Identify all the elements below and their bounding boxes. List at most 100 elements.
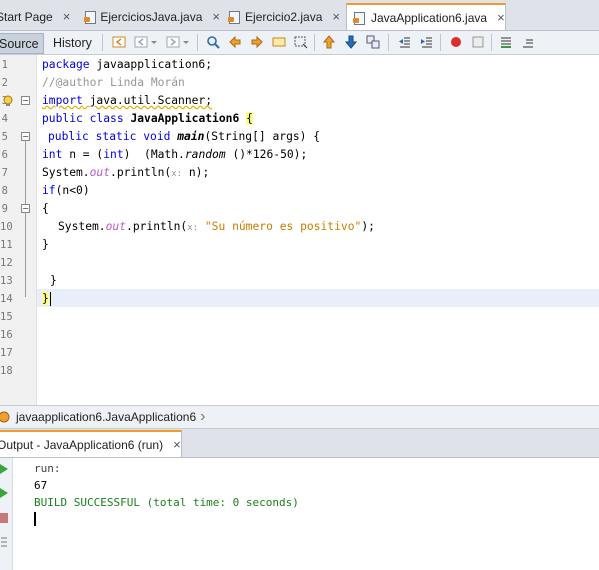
- chevron-down-icon[interactable]: [182, 35, 190, 49]
- code-editor[interactable]: 1 2 3 4 5 6 7 8 9 10 11 12 13 14 15 16 1…: [0, 55, 599, 405]
- code-token: ()*126-50);: [225, 148, 308, 161]
- code-line-9: {: [42, 202, 49, 215]
- line-number: 5: [1, 131, 8, 143]
- shift-left-icon[interactable]: [398, 35, 412, 49]
- settings-icon[interactable]: [0, 536, 9, 548]
- code-line-8: if(n<0): [42, 182, 90, 200]
- output-console[interactable]: run: 67 BUILD SUCCESSFUL (total time: 0 …: [0, 458, 599, 570]
- parameter-hint: x:: [187, 223, 199, 233]
- tab-label: EjerciciosJava.java: [100, 9, 203, 24]
- console-caret: [34, 512, 36, 526]
- back-icon[interactable]: [134, 35, 148, 49]
- next-bookmark-icon[interactable]: [344, 35, 358, 49]
- line-number: 1: [1, 59, 8, 71]
- code-token: javaapplication6;: [89, 58, 213, 71]
- current-line-highlight: [37, 289, 599, 307]
- code-token: out: [105, 220, 127, 233]
- search-icon[interactable]: [206, 35, 220, 49]
- tab-javaapplication6[interactable]: JavaApplication6.java ×: [346, 3, 506, 30]
- tab-output[interactable]: Output - JavaApplication6 (run) ×: [0, 430, 182, 457]
- history-label: History: [53, 35, 92, 50]
- warning-bulb-icon[interactable]: [2, 95, 14, 107]
- java-file-icon: [353, 11, 365, 25]
- code-line-6: int n = (int) (Math.random ()*126-50);: [42, 146, 307, 164]
- history-tab[interactable]: History: [53, 33, 92, 52]
- tab-label: Output - JavaApplication6 (run): [0, 437, 164, 452]
- breadcrumb: javaapplication6.JavaApplication6 ›: [0, 405, 599, 429]
- code-token: if: [42, 184, 56, 197]
- fold-icon[interactable]: −: [21, 204, 30, 213]
- code-token: int: [103, 148, 124, 161]
- code-token: .println(: [126, 220, 188, 233]
- code-token: n);: [182, 166, 210, 179]
- chevron-right-icon[interactable]: ›: [200, 408, 205, 426]
- line-number: 9: [1, 203, 8, 215]
- comment-icon[interactable]: [499, 35, 513, 49]
- record-macro-icon[interactable]: [449, 35, 463, 49]
- toolbar-separator: [314, 34, 315, 51]
- line-number: 2: [1, 77, 8, 89]
- code-line-7: System.out.println(x: n);: [42, 164, 209, 182]
- java-file-icon: [84, 10, 97, 24]
- matching-brace: {: [246, 112, 253, 125]
- toggle-highlight-icon[interactable]: [272, 35, 286, 49]
- toolbar-separator: [102, 34, 103, 51]
- find-next-icon[interactable]: [250, 35, 264, 49]
- tab-start-page[interactable]: Start Page ×: [0, 3, 74, 30]
- editor-toolbar: Source History: [0, 31, 599, 55]
- line-number: 8: [1, 185, 8, 197]
- chevron-down-icon[interactable]: [150, 35, 158, 49]
- output-side-toolbar: [0, 458, 13, 570]
- line-number-gutter: 1 2 3 4 5 6 7 8 9 10 11 12 13 14 15 16 1…: [0, 55, 37, 405]
- java-file-icon: [228, 10, 241, 24]
- code-line-14: }: [42, 290, 49, 308]
- tab-ejercicio2[interactable]: Ejercicio2.java ×: [228, 3, 340, 30]
- last-edit-icon[interactable]: [112, 35, 126, 49]
- output-line: run:: [34, 462, 61, 475]
- line-number: 10: [0, 221, 13, 233]
- line-number: 14: [0, 293, 13, 305]
- code-token: java.util.Scanner;: [82, 94, 213, 107]
- code-token: package: [42, 58, 90, 71]
- fold-icon[interactable]: −: [21, 132, 30, 141]
- fold-guide: [25, 141, 26, 297]
- close-icon[interactable]: ×: [497, 10, 505, 25]
- output-tab-bar: Output - JavaApplication6 (run) ×: [0, 429, 599, 458]
- text-caret: [50, 292, 51, 306]
- rerun-with-parameters-icon[interactable]: [0, 487, 9, 499]
- code-token: public class: [42, 112, 124, 125]
- code-token: int: [42, 148, 63, 161]
- line-number: 6: [1, 149, 8, 161]
- close-icon[interactable]: ×: [173, 437, 181, 452]
- stop-macro-icon[interactable]: [471, 35, 485, 49]
- toolbar-separator: [388, 34, 389, 51]
- close-icon[interactable]: ×: [332, 9, 340, 24]
- code-line-5: public static void main(String[] args) {: [48, 128, 320, 146]
- stop-icon[interactable]: [0, 512, 9, 524]
- matching-brace: }: [42, 292, 49, 305]
- previous-bookmark-icon[interactable]: [322, 35, 336, 49]
- output-line: 67: [34, 479, 48, 492]
- line-number: 17: [0, 347, 13, 359]
- rectangular-selection-icon[interactable]: [294, 35, 308, 49]
- code-token: (n<0): [55, 184, 90, 197]
- code-token: out: [89, 166, 111, 179]
- shift-right-icon[interactable]: [420, 35, 434, 49]
- close-icon[interactable]: ×: [63, 9, 71, 24]
- find-previous-icon[interactable]: [228, 35, 242, 49]
- tab-label: JavaApplication6.java: [371, 10, 488, 25]
- rerun-icon[interactable]: [0, 463, 9, 475]
- breadcrumb-item[interactable]: javaapplication6.JavaApplication6: [16, 410, 196, 424]
- tab-ejerciciosjava[interactable]: EjerciciosJava.java ×: [84, 3, 220, 30]
- forward-icon[interactable]: [166, 35, 180, 49]
- close-icon[interactable]: ×: [212, 9, 220, 24]
- class-icon: [0, 411, 10, 423]
- code-token: n = (: [62, 148, 104, 161]
- toggle-bookmark-icon[interactable]: [366, 35, 380, 49]
- code-token: ) (Math.: [123, 148, 185, 161]
- source-tab[interactable]: Source: [0, 33, 44, 54]
- fold-icon[interactable]: −: [21, 96, 30, 105]
- uncomment-icon[interactable]: [521, 35, 535, 49]
- code-token: main: [177, 130, 205, 143]
- code-line-3: import java.util.Scanner;: [42, 92, 212, 110]
